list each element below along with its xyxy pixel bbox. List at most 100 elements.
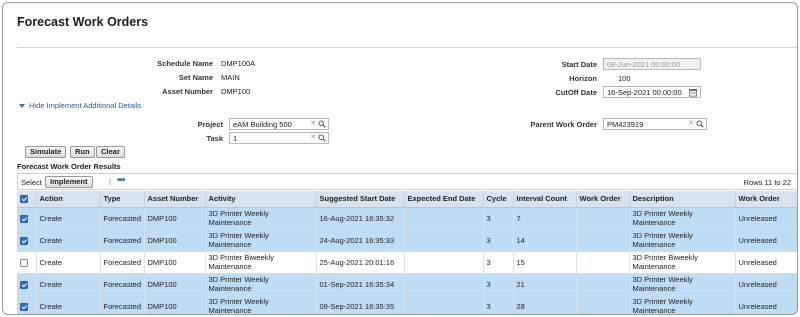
interval-count-cell: 28 bbox=[513, 295, 577, 314]
forecast-work-orders-page: Forecast Work Orders Schedule Name DMP10… bbox=[2, 2, 798, 315]
simulate-button[interactable]: Simulate bbox=[25, 146, 67, 158]
cycle-cell: 3 bbox=[483, 207, 514, 230]
suggested-start-date-cell: 09-Sep-2021 16:35:35 bbox=[316, 295, 405, 314]
expected-end-date-cell bbox=[404, 229, 484, 252]
activity-cell: 3D Printer Weekly Maintenance bbox=[205, 207, 317, 230]
cutoff-date-field[interactable]: 16-Sep-2021 00:00:00 bbox=[603, 86, 701, 98]
asset-number-cell: DMP100 bbox=[144, 207, 206, 230]
interval-count-cell: 15 bbox=[513, 251, 577, 274]
column-header-cycle[interactable]: Cycle bbox=[483, 191, 514, 208]
implement-button[interactable]: Implement bbox=[45, 176, 93, 188]
work-order-status-cell: Unreleased bbox=[735, 207, 797, 230]
row-checkbox[interactable] bbox=[20, 258, 28, 267]
more-actions-icon[interactable]: ••• bbox=[117, 175, 125, 186]
project-value: eAM Building 500 bbox=[233, 120, 292, 129]
activity-cell: 3D Printer Weekly Maintenance bbox=[205, 229, 317, 252]
table-row[interactable]: Create Forecasted DMP100 3D Printer Biweekl… bbox=[17, 251, 797, 274]
calendar-icon[interactable] bbox=[689, 88, 698, 97]
expected-end-date-cell bbox=[404, 207, 484, 230]
row-select-cell[interactable] bbox=[17, 295, 37, 314]
interval-count-cell: 14 bbox=[513, 229, 577, 252]
set-name-label: Set Name bbox=[178, 73, 213, 82]
work-order-cell bbox=[576, 251, 630, 274]
hide-details-label: Hide Implement Additional Details bbox=[29, 101, 142, 110]
description-cell: 3D Printer Weekly Maintenance bbox=[629, 229, 736, 252]
clear-button[interactable]: Clear bbox=[96, 146, 125, 158]
column-header-work-order-status[interactable]: Work Order bbox=[735, 191, 797, 208]
suggested-start-date-cell: 25-Aug-2021 20:01:16 bbox=[316, 251, 405, 274]
triangle-down-icon bbox=[19, 103, 25, 108]
type-cell: Forecasted bbox=[100, 273, 145, 296]
rows-range-label: Rows 11 to 22 bbox=[743, 178, 791, 187]
select-all-cell[interactable] bbox=[17, 191, 37, 208]
clear-icon[interactable]: ✕ bbox=[310, 119, 316, 127]
type-cell: Forecasted bbox=[100, 295, 145, 314]
action-cell: Create bbox=[36, 229, 101, 252]
work-order-status-cell: Unreleased bbox=[735, 251, 797, 274]
column-header-interval-count[interactable]: Interval Count bbox=[513, 191, 577, 208]
cycle-cell: 3 bbox=[483, 251, 514, 274]
task-label: Task bbox=[206, 134, 223, 143]
row-checkbox[interactable] bbox=[20, 214, 28, 223]
column-header-action[interactable]: Action bbox=[36, 191, 101, 208]
search-icon[interactable] bbox=[696, 120, 704, 128]
row-checkbox[interactable] bbox=[20, 302, 28, 311]
column-header-asset-number[interactable]: Asset Number bbox=[144, 191, 206, 208]
suggested-start-date-cell: 16-Aug-2021 16:35:32 bbox=[316, 207, 405, 230]
column-header-suggested-start-date[interactable]: Suggested Start Date bbox=[316, 191, 405, 208]
task-field[interactable]: 1 ✕ bbox=[229, 132, 329, 144]
row-checkbox[interactable] bbox=[20, 280, 28, 289]
results-toolbar: Select Implement | ••• Rows 11 to 22 bbox=[17, 173, 797, 190]
type-cell: Forecasted bbox=[100, 251, 145, 274]
project-label: Project bbox=[197, 120, 223, 129]
type-cell: Forecasted bbox=[100, 207, 145, 230]
row-select-cell[interactable] bbox=[17, 251, 37, 274]
row-select-cell[interactable] bbox=[17, 273, 37, 296]
row-checkbox[interactable] bbox=[20, 236, 28, 245]
activity-cell: 3D Printer Biweekly Maintenance bbox=[205, 251, 317, 274]
asset-number-label: Asset Number bbox=[162, 87, 213, 96]
description-cell: 3D Printer Weekly Maintenance bbox=[629, 273, 736, 296]
column-header-work-order[interactable]: Work Order bbox=[576, 191, 630, 208]
clear-icon[interactable]: ✕ bbox=[688, 119, 694, 127]
expected-end-date-cell bbox=[404, 295, 484, 314]
description-cell: 3D Printer Weekly Maintenance bbox=[629, 295, 736, 314]
run-button[interactable]: Run bbox=[70, 146, 95, 158]
horizon-value: 100 bbox=[618, 74, 631, 83]
work-order-cell bbox=[576, 273, 630, 296]
column-header-activity[interactable]: Activity bbox=[205, 191, 317, 208]
select-all-checkbox[interactable] bbox=[20, 195, 28, 204]
column-header-expected-end-date[interactable]: Expected End Date bbox=[404, 191, 484, 208]
row-select-cell[interactable] bbox=[17, 229, 37, 252]
clear-icon[interactable]: ✕ bbox=[310, 133, 316, 141]
hide-details-toggle[interactable]: Hide Implement Additional Details bbox=[19, 101, 141, 110]
table-row[interactable]: Create Forecasted DMP100 3D Printer Weekly … bbox=[17, 273, 797, 296]
schedule-name-label: Schedule Name bbox=[157, 59, 213, 68]
interval-count-cell: 7 bbox=[513, 207, 577, 230]
search-icon[interactable] bbox=[318, 134, 326, 142]
forecast-results-table: Action Type Asset Number Activity Sugges… bbox=[17, 191, 797, 314]
cycle-cell: 3 bbox=[483, 273, 514, 296]
action-cell: Create bbox=[36, 273, 101, 296]
cycle-cell: 3 bbox=[483, 295, 514, 314]
table-row[interactable]: Create Forecasted DMP100 3D Printer Weekly … bbox=[17, 295, 797, 314]
title-divider bbox=[17, 47, 797, 48]
type-cell: Forecasted bbox=[100, 229, 145, 252]
table-row[interactable]: Create Forecasted DMP100 3D Printer Weekly … bbox=[17, 229, 797, 252]
interval-count-cell: 21 bbox=[513, 273, 577, 296]
suggested-start-date-cell: 24-Aug-2021 16:35:33 bbox=[316, 229, 405, 252]
horizon-label: Horizon bbox=[569, 74, 597, 83]
project-field[interactable]: eAM Building 500 ✕ bbox=[229, 118, 329, 130]
parent-work-order-field[interactable]: PM423919 ✕ bbox=[603, 118, 707, 130]
table-row[interactable]: Create Forecasted DMP100 3D Printer Weekly … bbox=[17, 207, 797, 230]
table-header-row: Action Type Asset Number Activity Sugges… bbox=[17, 191, 797, 208]
column-header-description[interactable]: Description bbox=[629, 191, 736, 208]
cutoff-date-value: 16-Sep-2021 00:00:00 bbox=[607, 88, 682, 97]
asset-number-value: DMP100 bbox=[221, 87, 251, 96]
expected-end-date-cell bbox=[404, 273, 484, 296]
set-name-value: MAIN bbox=[221, 73, 240, 82]
start-date-label: Start Date bbox=[561, 60, 597, 69]
search-icon[interactable] bbox=[318, 120, 326, 128]
row-select-cell[interactable] bbox=[17, 207, 37, 230]
column-header-type[interactable]: Type bbox=[100, 191, 145, 208]
